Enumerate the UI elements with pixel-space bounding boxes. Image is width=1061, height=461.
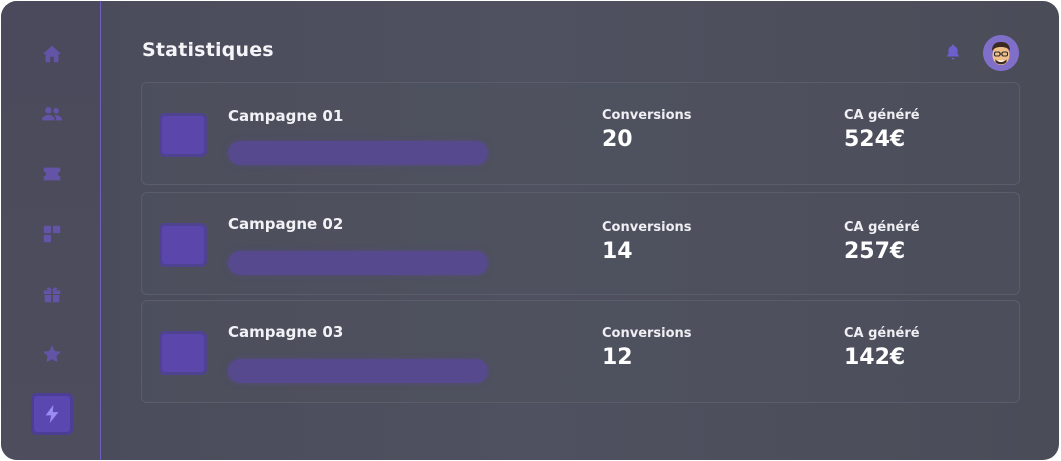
user-avatar-icon: [983, 35, 1019, 71]
revenue-label: CA généré: [844, 220, 920, 235]
revenue-value: 142€: [844, 345, 906, 370]
conversions-label: Conversions: [602, 108, 692, 123]
sidebar-item-campaigns[interactable]: [31, 393, 73, 435]
revenue-label: CA généré: [844, 108, 920, 123]
widgets-icon: [43, 225, 61, 243]
conversions-value: 14: [602, 239, 633, 264]
lightning-icon: [45, 404, 59, 424]
campaign-card[interactable]: Campagne 02 Conversions 14 CA généré 257…: [141, 192, 1020, 295]
revenue-value: 257€: [844, 239, 906, 264]
revenue-value: 524€: [844, 127, 906, 152]
star-icon: [43, 345, 61, 363]
campaign-progress-bar: [228, 141, 488, 165]
sidebar-item-tickets[interactable]: [31, 153, 73, 195]
sidebar-item-widgets[interactable]: [31, 213, 73, 255]
ticket-icon: [43, 167, 61, 181]
campaign-thumbnail: [159, 331, 207, 375]
campaign-thumbnail: [159, 113, 207, 157]
conversions-label: Conversions: [602, 220, 692, 235]
revenue-label: CA généré: [844, 326, 920, 341]
campaign-name: Campagne 01: [228, 107, 344, 125]
campaign-progress-bar: [228, 251, 488, 275]
sidebar-item-gifts[interactable]: [31, 273, 73, 315]
bell-icon: [947, 44, 959, 60]
gift-icon: [43, 287, 61, 303]
users-icon: [41, 107, 63, 121]
campaign-name: Campagne 03: [228, 323, 344, 341]
campaign-card[interactable]: Campagne 03 Conversions 12 CA généré 142…: [141, 300, 1020, 403]
sidebar-item-favorites[interactable]: [31, 333, 73, 375]
campaign-thumbnail: [159, 223, 207, 267]
sidebar-item-users[interactable]: [31, 93, 73, 135]
sidebar: [1, 1, 101, 460]
campaign-progress-bar: [228, 359, 488, 383]
campaign-card[interactable]: Campagne 01 Conversions 20 CA généré 524…: [141, 82, 1020, 185]
conversions-value: 20: [602, 127, 633, 152]
conversions-label: Conversions: [602, 326, 692, 341]
app-window: Statistiques Campagne 01 Conversions 20 …: [1, 1, 1059, 460]
sidebar-item-home[interactable]: [31, 33, 73, 75]
conversions-value: 12: [602, 345, 633, 370]
home-icon: [42, 45, 62, 63]
notifications-button[interactable]: [942, 41, 964, 63]
page-title: Statistiques: [142, 39, 274, 61]
campaign-name: Campagne 02: [228, 215, 344, 233]
avatar[interactable]: [983, 35, 1019, 71]
